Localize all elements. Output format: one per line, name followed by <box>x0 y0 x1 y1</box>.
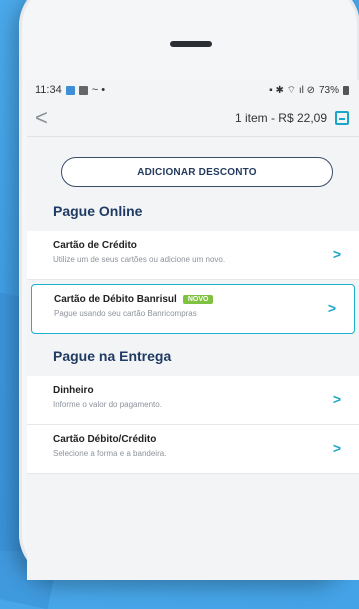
back-button[interactable]: < <box>35 107 48 129</box>
pay-online-list: Cartão de Crédito Utilize um de seus car… <box>27 231 359 334</box>
payment-option-card-on-delivery[interactable]: Cartão Débito/Crédito Selecione a forma … <box>27 425 359 474</box>
add-discount-button[interactable]: ADICIONAR DESCONTO <box>61 157 333 187</box>
battery-icon <box>343 85 349 95</box>
receipt-icon[interactable] <box>335 111 349 125</box>
option-title-text: Dinheiro <box>53 385 94 396</box>
status-extra-icons: ~ • <box>91 84 106 96</box>
new-badge: NOVO <box>182 295 214 304</box>
signal-icons: ▪ ✱ ⌔ ıl ⊘ <box>269 84 315 96</box>
status-time: 11:34 <box>35 84 62 96</box>
option-subtitle: Selecione a forma e a bandeira. <box>53 449 167 458</box>
chevron-right-icon: > <box>332 246 341 262</box>
payment-option-banrisul-debit[interactable]: Cartão de Débito Banrisul NOVO Pague usa… <box>31 284 355 334</box>
option-title: Cartão de Crédito <box>53 240 323 251</box>
option-title-text: Cartão de Débito Banrisul <box>54 294 177 305</box>
cart-summary[interactable]: 1 item - R$ 22,09 <box>235 111 349 125</box>
chevron-right-icon: > <box>332 440 341 456</box>
option-title-text: Cartão Débito/Crédito <box>53 434 157 445</box>
option-title: Cartão Débito/Crédito <box>53 434 323 445</box>
option-subtitle: Informe o valor do pagamento. <box>53 400 162 409</box>
option-title: Dinheiro <box>53 385 323 396</box>
status-right: ▪ ✱ ⌔ ıl ⊘ 73% <box>269 84 349 97</box>
status-bar: 11:34 ~ • ▪ ✱ ⌔ ıl ⊘ 73% <box>27 80 359 100</box>
option-title: Cartão de Débito Banrisul NOVO <box>54 294 318 305</box>
chevron-right-icon: > <box>332 391 341 407</box>
battery-level: 73% <box>318 84 339 96</box>
option-subtitle: Utilize um de seus cartões ou adicione u… <box>53 255 226 264</box>
payment-option-cash[interactable]: Dinheiro Informe o valor do pagamento. > <box>27 376 359 425</box>
app-screen: 11:34 ~ • ▪ ✱ ⌔ ıl ⊘ 73% < 1 item - R$ 2… <box>27 80 359 580</box>
pay-on-delivery-list: Dinheiro Informe o valor do pagamento. >… <box>27 376 359 474</box>
option-subtitle: Pague usando seu cartão Banricompras <box>54 309 197 318</box>
notification-icon <box>65 85 75 95</box>
payment-option-credit-card[interactable]: Cartão de Crédito Utilize um de seus car… <box>27 231 359 280</box>
image-notification-icon <box>78 85 88 95</box>
cart-summary-text: 1 item - R$ 22,09 <box>234 111 327 125</box>
section-title-pay-on-delivery: Pague na Entrega <box>53 348 172 364</box>
header-bar: < 1 item - R$ 22,09 <box>27 100 359 137</box>
chevron-right-icon: > <box>327 300 336 316</box>
status-left: 11:34 ~ • <box>35 84 105 96</box>
section-title-pay-online: Pague Online <box>53 203 143 219</box>
phone-speaker <box>170 41 212 47</box>
option-title-text: Cartão de Crédito <box>53 240 137 251</box>
